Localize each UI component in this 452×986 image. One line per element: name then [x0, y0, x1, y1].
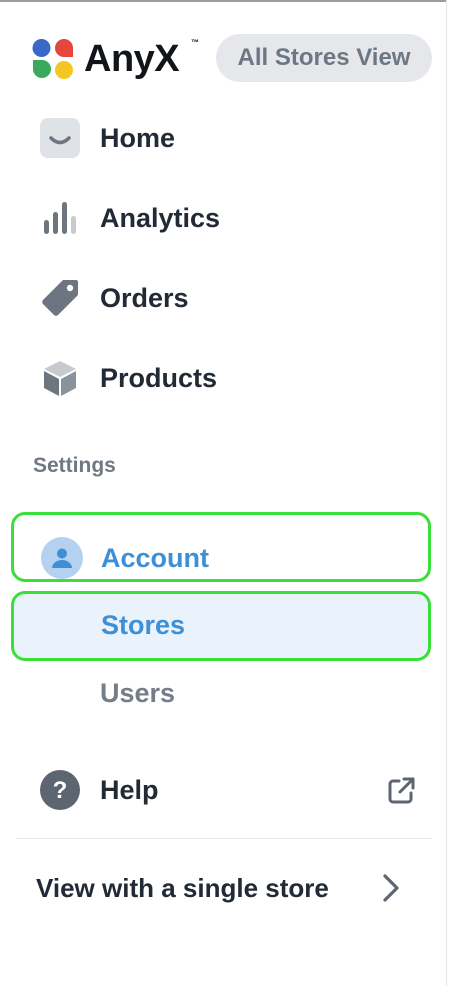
external-link-icon[interactable] — [385, 775, 417, 807]
nav-label-help: Help — [100, 774, 159, 805]
tag-icon — [38, 276, 82, 320]
nav-item-analytics[interactable]: Analytics — [38, 196, 220, 240]
home-icon — [38, 116, 82, 160]
view-single-store-link[interactable]: View with a single store — [36, 866, 406, 910]
footer-divider — [16, 838, 432, 839]
nav-subitem-users[interactable]: Users — [100, 678, 175, 709]
chevron-right-icon[interactable] — [379, 872, 403, 904]
nav-item-help[interactable]: ? Help — [38, 768, 159, 812]
svg-text:?: ? — [53, 777, 68, 804]
nav-item-home[interactable]: Home — [38, 116, 175, 160]
nav-subitem-stores[interactable]: Stores — [11, 591, 431, 661]
nav-label-analytics: Analytics — [100, 202, 221, 233]
box-icon — [38, 356, 82, 400]
sidebar-right-border — [446, 0, 447, 986]
trademark-symbol: ™ — [191, 38, 199, 47]
nav-label-home: Home — [100, 122, 176, 153]
settings-heading: Settings — [33, 454, 116, 477]
nav-item-products[interactable]: Products — [38, 356, 217, 400]
top-border — [0, 0, 446, 2]
single-store-label: View with a single store — [36, 872, 329, 903]
brand-name: AnyX — [84, 38, 180, 80]
user-icon — [41, 537, 83, 579]
nav-label-stores: Stores — [101, 610, 186, 640]
nav-item-account[interactable]: Account — [11, 512, 431, 582]
nav-label-products: Products — [100, 362, 218, 393]
nav-item-orders[interactable]: Orders — [38, 276, 189, 320]
anyx-logo-icon — [32, 39, 73, 79]
nav-label-orders: Orders — [100, 282, 189, 313]
nav-label-account: Account — [101, 542, 209, 573]
all-stores-view-button[interactable]: All Stores View — [216, 34, 432, 82]
question-icon: ? — [38, 768, 82, 812]
bar-chart-icon — [38, 196, 82, 240]
sidebar-header: AnyX ™ All Stores View — [30, 34, 434, 82]
